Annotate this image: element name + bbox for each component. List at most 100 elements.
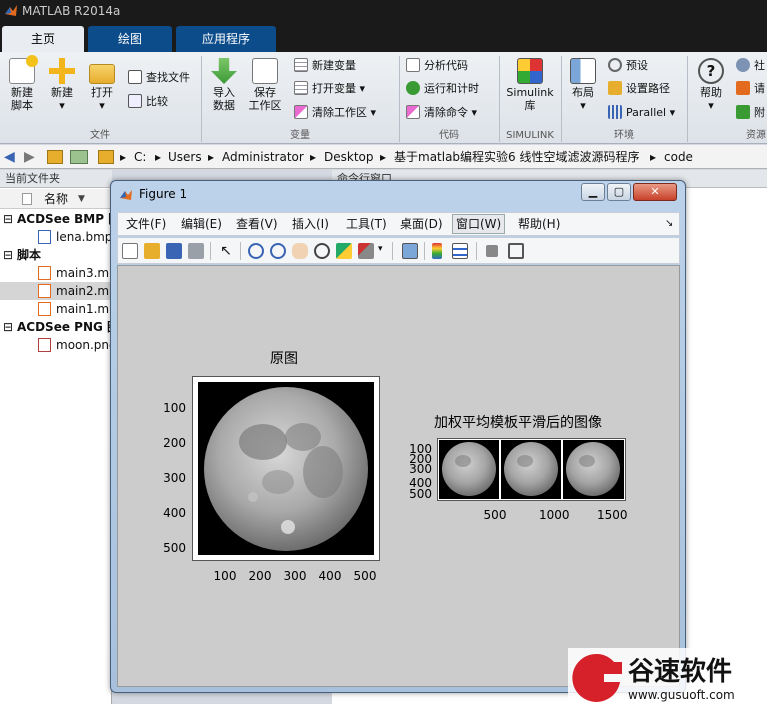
- dock-arrow-icon[interactable]: ↘: [665, 213, 673, 235]
- m-file-icon: [38, 302, 51, 316]
- column-header-name[interactable]: 名称 ▼: [0, 189, 112, 209]
- file-item[interactable]: main2.m: [0, 282, 112, 300]
- file-item[interactable]: main3.m: [0, 264, 112, 282]
- collapse-toggle-icon[interactable]: ⊟: [3, 210, 17, 228]
- import-data-button[interactable]: 导入 数据: [206, 58, 242, 112]
- file-item-label: main3.m: [56, 266, 110, 280]
- run-and-time-button[interactable]: 运行和计时: [406, 79, 479, 99]
- back-arrow-icon[interactable]: ◀: [4, 145, 15, 169]
- compare-button[interactable]: 比较: [128, 92, 168, 112]
- parallel-icon: [608, 105, 622, 119]
- file-group-header[interactable]: ⊟ 脚本: [0, 246, 112, 264]
- toolbar-divider: [210, 242, 211, 260]
- pan-hand-icon[interactable]: [292, 243, 308, 259]
- open-button[interactable]: 打开 ▾: [84, 58, 120, 112]
- data-cursor-icon[interactable]: [336, 243, 352, 259]
- clear-commands-button[interactable]: 清除命令 ▾: [406, 103, 477, 123]
- path-separator-icon: ▸: [650, 150, 657, 164]
- path-part-users[interactable]: Users: [168, 145, 202, 169]
- community-button[interactable]: 社: [736, 56, 765, 76]
- rotate-3d-icon[interactable]: [314, 243, 330, 259]
- hide-plot-tools-icon[interactable]: [486, 245, 498, 257]
- new-button[interactable]: 新建 ▾: [44, 58, 80, 112]
- clear-workspace-button[interactable]: 清除工作区 ▾: [294, 103, 376, 123]
- group-code-label: 代码: [439, 130, 459, 141]
- collapse-toggle-icon[interactable]: ⊟: [3, 246, 17, 264]
- find-files-button[interactable]: 查找文件: [128, 68, 190, 88]
- find-files-icon: [128, 70, 142, 84]
- moon-original-image: [198, 382, 374, 555]
- file-group-header[interactable]: ⊟ ACDSee BMP 图: [0, 210, 112, 228]
- path-part-code[interactable]: code: [664, 145, 693, 169]
- close-button[interactable]: ✕: [633, 183, 677, 201]
- path-part-desktop[interactable]: Desktop: [324, 145, 374, 169]
- forward-arrow-icon[interactable]: ▶: [24, 145, 35, 169]
- open-file-icon[interactable]: [144, 243, 160, 259]
- request-support-button[interactable]: 请: [736, 79, 765, 99]
- y-tick-label: 500: [163, 541, 186, 555]
- menu-help[interactable]: 帮助(H): [518, 213, 560, 235]
- parallel-button[interactable]: Parallel ▾: [608, 103, 675, 123]
- run-and-time-icon: [406, 81, 420, 95]
- address-bar[interactable]: ◀ ▶ ▸ C: ▸ Users ▸ Administrator ▸ Deskt…: [0, 145, 767, 169]
- menu-insert[interactable]: 插入(I): [292, 213, 329, 235]
- path-part-project[interactable]: 基于matlab编程实验6 线性空域滤波源码程序: [394, 145, 640, 169]
- help-button[interactable]: ? 帮助 ▾: [694, 58, 728, 112]
- open-variable-button[interactable]: 打开变量 ▾: [294, 79, 365, 99]
- open-variable-label: 打开变量: [312, 82, 356, 95]
- brush-icon[interactable]: [358, 243, 374, 259]
- show-plot-tools-icon[interactable]: [508, 243, 524, 259]
- file-item[interactable]: main1.m: [0, 300, 112, 318]
- print-figure-icon[interactable]: [188, 243, 204, 259]
- path-part-administrator[interactable]: Administrator: [222, 145, 304, 169]
- dropdown-arrow-icon[interactable]: ▾: [378, 244, 383, 254]
- menu-edit[interactable]: 编辑(E): [181, 213, 222, 235]
- path-part-drive[interactable]: C:: [134, 145, 146, 169]
- legend-icon[interactable]: [452, 243, 468, 259]
- preferences-label: 预设: [626, 59, 648, 72]
- simulink-library-button[interactable]: Simulink 库: [503, 58, 557, 112]
- file-item[interactable]: moon.png: [0, 336, 112, 354]
- menu-view[interactable]: 查看(V): [236, 213, 278, 235]
- toolbar-divider: [476, 242, 477, 260]
- pointer-arrow-icon[interactable]: ↖: [218, 243, 234, 259]
- m-file-icon: [38, 284, 51, 298]
- link-plot-icon[interactable]: [402, 243, 418, 259]
- file-group-header[interactable]: ⊟ ACDSee PNG 图: [0, 318, 112, 336]
- preferences-button[interactable]: 预设: [608, 56, 648, 76]
- folder-icon: [608, 81, 622, 95]
- new-figure-icon[interactable]: [122, 243, 138, 259]
- tab-home[interactable]: 主页: [2, 26, 84, 52]
- menu-window[interactable]: 窗口(W): [452, 214, 506, 234]
- save-figure-icon[interactable]: [166, 243, 182, 259]
- tab-apps[interactable]: 应用程序: [176, 26, 276, 52]
- zoom-out-icon[interactable]: [270, 243, 286, 259]
- menu-tools[interactable]: 工具(T): [346, 213, 387, 235]
- x-tick-label: 1000: [539, 508, 570, 522]
- up-folder-icon[interactable]: [47, 150, 63, 164]
- maximize-button[interactable]: ▢: [607, 183, 631, 201]
- matlab-logo-icon: [120, 190, 132, 200]
- set-path-button[interactable]: 设置路径: [608, 79, 670, 99]
- menu-file[interactable]: 文件(F): [126, 213, 166, 235]
- collapse-toggle-icon[interactable]: ⊟: [3, 318, 17, 336]
- watermark-logo: 谷速软件 www.gusuoft.com: [568, 648, 767, 704]
- layout-button[interactable]: 布局 ▾: [566, 58, 600, 112]
- addons-button[interactable]: 附: [736, 103, 765, 123]
- minimize-button[interactable]: ▁: [581, 183, 605, 201]
- tab-plots[interactable]: 绘图: [88, 26, 172, 52]
- colorbar-icon[interactable]: [432, 243, 442, 259]
- group-resources-label: 资源: [746, 130, 766, 141]
- file-item[interactable]: lena.bmp: [0, 228, 112, 246]
- save-workspace-button[interactable]: 保存 工作区: [246, 58, 284, 112]
- new-variable-button[interactable]: 新建变量: [294, 56, 356, 76]
- analyze-code-button[interactable]: 分析代码: [406, 56, 468, 76]
- new-script-button[interactable]: 新建 脚本: [4, 55, 40, 112]
- layout-label: 布局: [572, 86, 594, 99]
- browse-folder-icon[interactable]: [70, 150, 88, 164]
- folder-icon: [98, 150, 114, 164]
- import-data-label: 导入 数据: [213, 86, 235, 112]
- y-tick-label: 500: [409, 487, 432, 501]
- zoom-in-icon[interactable]: [248, 243, 264, 259]
- menu-desktop[interactable]: 桌面(D): [400, 213, 443, 235]
